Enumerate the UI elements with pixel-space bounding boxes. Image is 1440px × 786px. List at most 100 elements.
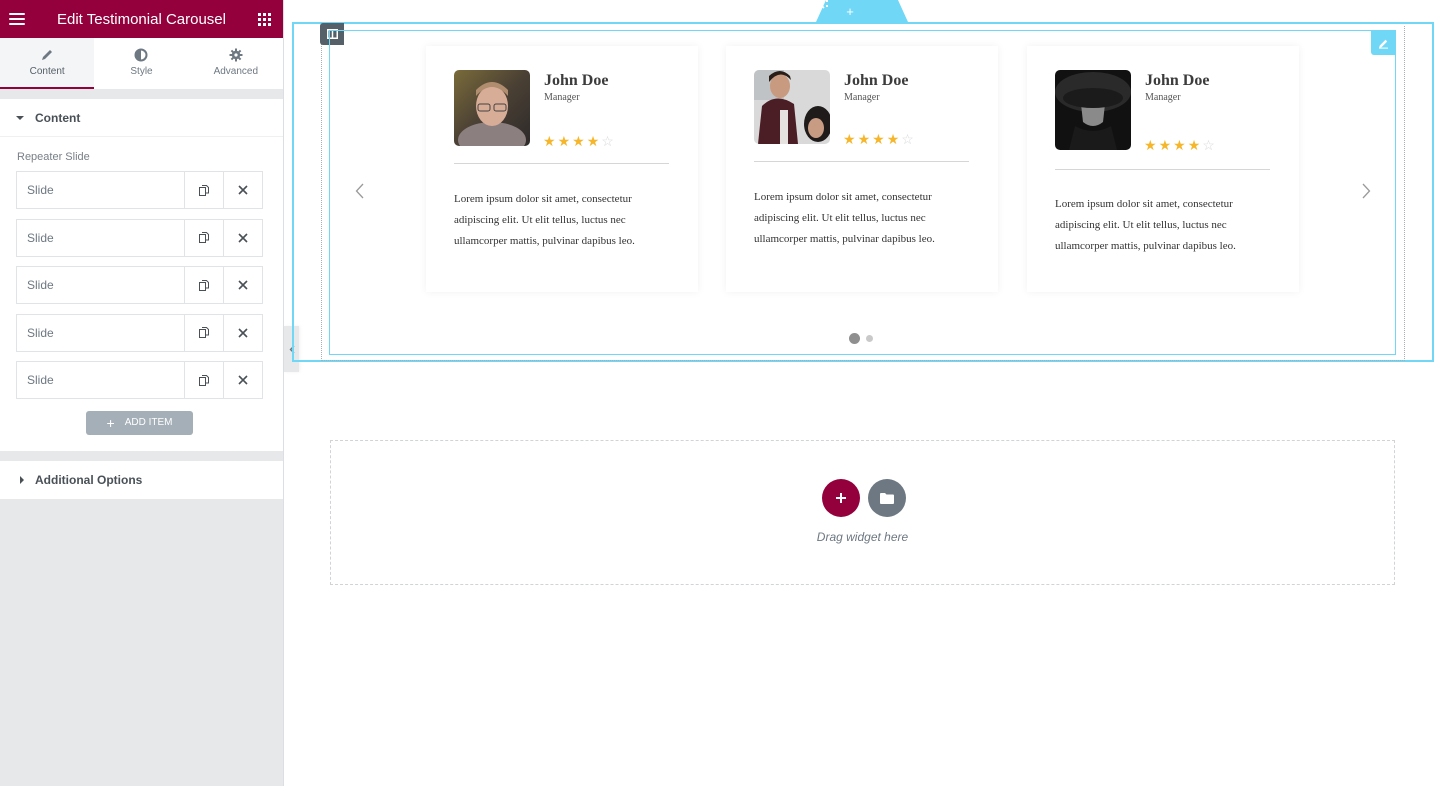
testimonial-card: John Doe Manager ★ ★ ★ ★ ☆ Lorem ipsum dolor… (426, 46, 698, 292)
plus-icon (836, 493, 846, 503)
additional-options-section: Additional Options (0, 460, 283, 499)
copy-icon (199, 232, 209, 243)
duplicate-button[interactable] (184, 314, 223, 351)
pencil-icon (1378, 39, 1388, 49)
content-section-toggle[interactable]: Content (0, 99, 283, 137)
tab-advanced[interactable]: Advanced (189, 38, 283, 89)
tab-label: Advanced (213, 66, 259, 77)
author-name: John Doe (544, 72, 609, 89)
card-divider (754, 161, 969, 162)
add-item-button[interactable]: + ADD ITEM (86, 410, 193, 435)
copy-icon (199, 374, 209, 386)
edit-widget-button[interactable] (1371, 31, 1395, 55)
panel-tabs: Content Style Advanced (0, 38, 283, 89)
tab-label: Content (29, 66, 65, 77)
close-icon (238, 327, 248, 338)
pagination-dot[interactable] (866, 335, 873, 342)
tab-style[interactable]: Style (94, 38, 188, 89)
star-filled-icon: ★ (557, 133, 571, 149)
author-name: John Doe (844, 72, 909, 89)
remove-button[interactable] (223, 362, 262, 398)
star-filled-icon: ★ (857, 131, 871, 147)
repeater-item: Slide (16, 171, 263, 209)
tab-content[interactable]: Content (0, 38, 95, 89)
avatar-photo (754, 70, 830, 144)
card-divider (1055, 169, 1270, 170)
separator (0, 89, 283, 99)
star-rating: ★ ★ ★ ★ ☆ (843, 132, 914, 146)
copy-icon (199, 279, 209, 291)
add-item-label: ADD ITEM (124, 417, 173, 428)
star-rating: ★ ★ ★ ★ ☆ (543, 134, 614, 148)
separator (0, 450, 283, 461)
add-section-icon[interactable]: + (846, 4, 854, 19)
section-title: Content (35, 110, 81, 125)
repeater-item: Slide (16, 218, 263, 257)
close-icon (238, 232, 248, 243)
repeater-item: Slide (16, 313, 263, 352)
repeater-label: Repeater Slide (17, 151, 90, 163)
tab-label: Style (130, 66, 153, 77)
content-section: Content Repeater Slide Slide Slide Slide… (0, 99, 283, 451)
additional-options-toggle[interactable]: Additional Options (0, 461, 283, 499)
chevron-left-icon (355, 183, 363, 199)
remove-button[interactable] (223, 314, 262, 351)
duplicate-button[interactable] (184, 172, 223, 208)
add-new-section-button[interactable] (822, 479, 860, 517)
caret-right-icon (20, 475, 24, 484)
duplicate-button[interactable] (184, 362, 223, 398)
add-item-wrap: + ADD ITEM (16, 409, 263, 435)
plus-icon: + (106, 414, 115, 431)
caret-down-icon (16, 115, 24, 120)
close-icon (238, 280, 248, 290)
star-filled-icon: ★ (1173, 137, 1186, 153)
card-divider (454, 163, 669, 164)
folder-icon (880, 492, 894, 504)
duplicate-button[interactable] (184, 267, 223, 303)
copy-icon (199, 184, 209, 196)
repeater-item-title[interactable]: Slide (17, 220, 184, 256)
remove-button[interactable] (223, 219, 262, 256)
repeater-item-title[interactable]: Slide (17, 267, 184, 303)
panel-title: Edit Testimonial Carousel (57, 10, 226, 28)
remove-button[interactable] (223, 172, 262, 208)
star-empty-icon: ☆ (1202, 137, 1215, 153)
widgets-grid-icon[interactable] (258, 12, 271, 26)
close-icon (238, 375, 248, 385)
repeater-item: Slide (16, 266, 263, 304)
author-name: John Doe (1145, 72, 1210, 89)
close-icon (238, 185, 248, 195)
add-template-button[interactable] (868, 479, 906, 517)
carousel-pagination (849, 333, 873, 344)
repeater-item: Slide (16, 361, 263, 399)
author-role: Manager (844, 92, 880, 103)
testimonial-card: John Doe Manager ★ ★ ★ ★ ☆ Lorem ipsum dolor… (1027, 46, 1299, 292)
star-filled-icon: ★ (872, 131, 885, 147)
star-filled-icon: ★ (1187, 137, 1201, 153)
testimonial-text: Lorem ipsum dolor sit amet, consectetur … (454, 193, 635, 247)
carousel-next-button[interactable] (1359, 180, 1373, 202)
duplicate-button[interactable] (184, 219, 223, 256)
author-role: Manager (1145, 92, 1181, 103)
remove-button[interactable] (223, 267, 262, 303)
star-filled-icon: ★ (1158, 137, 1172, 153)
panel-header: Edit Testimonial Carousel (0, 0, 283, 38)
avatar-photo (454, 70, 530, 146)
star-filled-icon: ★ (543, 133, 556, 149)
repeater-item-title[interactable]: Slide (17, 172, 184, 208)
pencil-icon (42, 50, 53, 60)
repeater-control: Repeater Slide Slide Slide Slide Slide S… (0, 137, 283, 451)
testimonial-text: Lorem ipsum dolor sit amet, consectetur … (1055, 198, 1236, 252)
carousel-prev-button[interactable] (352, 180, 366, 202)
drop-zone-actions (822, 479, 906, 517)
section-title: Additional Options (35, 472, 143, 487)
chevron-right-icon (1362, 183, 1370, 199)
testimonial-text: Lorem ipsum dolor sit amet, consectetur … (754, 191, 935, 245)
menu-icon[interactable] (9, 13, 25, 25)
testimonial-card: John Doe Manager ★ ★ ★ ★ ☆ Lorem ipsum dolor… (726, 46, 998, 292)
repeater-item-title[interactable]: Slide (17, 315, 184, 351)
star-empty-icon: ☆ (601, 133, 614, 149)
pagination-dot[interactable] (849, 333, 860, 344)
repeater-item-title[interactable]: Slide (17, 362, 184, 398)
star-rating: ★ ★ ★ ★ ☆ (1144, 138, 1215, 152)
